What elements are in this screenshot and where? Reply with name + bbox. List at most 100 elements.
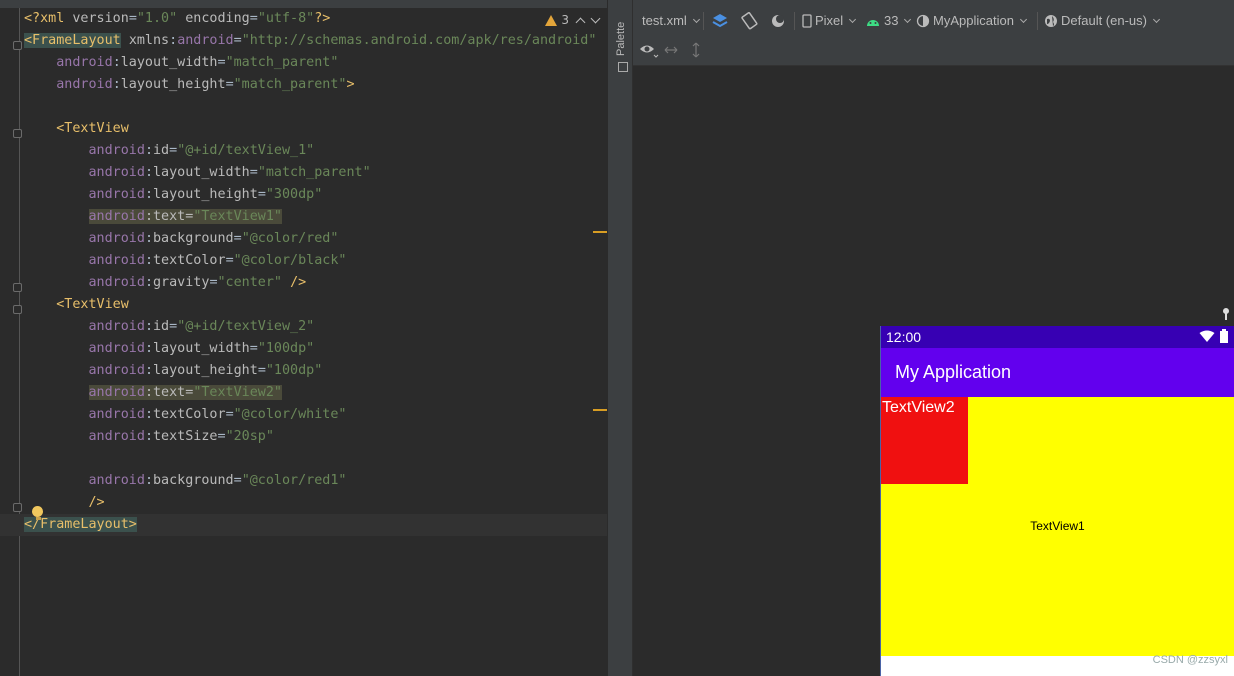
device-preview[interactable]: 12:00 My Application TextView1 TextView2…: [880, 326, 1234, 676]
inspection-widget[interactable]: 3: [545, 9, 601, 31]
code-line[interactable]: android:layout_height="300dp": [24, 184, 607, 206]
code-line[interactable]: android:layout_height="100dp": [24, 360, 607, 382]
layout-designer[interactable]: test.xml Pixel 33 MyApplication Default …: [633, 0, 1234, 676]
code-token: =: [225, 253, 234, 268]
api-level: 33: [884, 13, 899, 28]
code-token: layout_height: [153, 187, 258, 202]
code-token: android: [56, 55, 113, 70]
code-line[interactable]: <?xml version="1.0" encoding="utf-8"?>: [24, 8, 607, 30]
code-line[interactable]: android:layout_height="match_parent">: [24, 74, 607, 96]
code-line[interactable]: android:background="@color/red": [24, 228, 607, 250]
lightbulb-icon[interactable]: [32, 506, 44, 520]
code-token: "match_parent": [233, 77, 347, 92]
wrench-icon[interactable]: [1220, 307, 1232, 321]
horizontal-resize-icon[interactable]: [663, 44, 679, 56]
api-level-dropdown[interactable]: 33: [865, 11, 912, 31]
code-token: :: [144, 473, 153, 488]
code-line[interactable]: [24, 96, 607, 118]
code-line[interactable]: <TextView: [24, 294, 607, 316]
code-token: textSize: [153, 429, 218, 444]
code-token: android: [88, 275, 145, 290]
code-line[interactable]: android:id="@+id/textView_1": [24, 140, 607, 162]
fold-icon[interactable]: [13, 503, 22, 512]
code-token: "@+id/textView_1": [177, 143, 315, 158]
code-line[interactable]: <FrameLayout xmlns:android="http://schem…: [24, 30, 607, 52]
code-line[interactable]: android:layout_width="match_parent": [24, 52, 607, 74]
previous-highlight-icon[interactable]: [575, 17, 586, 27]
code-token: "@+id/textView_2": [177, 319, 315, 334]
app-bar: My Application: [881, 348, 1234, 397]
next-highlight-icon[interactable]: [590, 13, 601, 23]
locale-name: Default (en-us): [1061, 13, 1147, 28]
code-line[interactable]: android:textColor="@color/black": [24, 250, 607, 272]
theme-circle-icon: [916, 14, 930, 28]
code-token: :: [144, 231, 153, 246]
textview-2[interactable]: TextView2: [881, 397, 968, 484]
code-token: =: [233, 33, 242, 48]
palette-tab-label[interactable]: Palette: [615, 22, 627, 56]
file-dropdown[interactable]: test.xml: [642, 11, 700, 31]
code-token: android: [88, 143, 145, 158]
fold-icon[interactable]: [13, 129, 22, 138]
code-lines[interactable]: <?xml version="1.0" encoding="utf-8"?> <F…: [0, 8, 607, 536]
code-line[interactable]: <TextView: [24, 118, 607, 140]
code-token: =: [169, 143, 178, 158]
app-title: My Application: [895, 362, 1012, 382]
theme-dropdown[interactable]: MyApplication: [916, 11, 1027, 31]
code-line[interactable]: android:textSize="20sp": [24, 426, 607, 448]
warning-stripe-marker[interactable]: [593, 231, 607, 233]
code-line[interactable]: android:layout_width="100dp": [24, 338, 607, 360]
eye-icon[interactable]: [639, 42, 659, 58]
code-token: android: [88, 319, 145, 334]
code-token: textColor: [153, 407, 226, 422]
code-line[interactable]: [24, 448, 607, 470]
code-token: :: [144, 253, 153, 268]
fold-icon[interactable]: [13, 283, 22, 292]
code-token: textColor: [153, 253, 226, 268]
rotate-icon: [741, 12, 758, 30]
locale-dropdown[interactable]: Default (en-us): [1044, 11, 1161, 31]
palette-strip[interactable]: Palette: [613, 0, 633, 676]
textview-2-text: TextView2: [882, 399, 955, 416]
code-token: "@color/black": [233, 253, 347, 268]
code-token: "@color/white": [233, 407, 347, 422]
xml-editor[interactable]: <?xml version="1.0" encoding="utf-8"?> <F…: [0, 0, 607, 676]
battery-icon: [1220, 329, 1228, 343]
code-token: :: [112, 55, 121, 70]
device-dropdown[interactable]: Pixel: [802, 11, 857, 31]
warning-stripe-marker[interactable]: [593, 409, 607, 411]
code-line[interactable]: android:background="@color/red1": [24, 470, 607, 492]
code-line[interactable]: android:gravity="center" />: [24, 272, 607, 294]
code-line[interactable]: android:text="TextView1": [24, 206, 607, 228]
vertical-resize-icon[interactable]: [690, 41, 702, 59]
code-token: :: [144, 275, 153, 290]
chevron-down-icon: [692, 15, 700, 24]
orientation-button[interactable]: [740, 11, 758, 31]
code-token: :: [112, 77, 121, 92]
code-token: "100dp": [257, 341, 315, 356]
design-surface-button[interactable]: [711, 11, 729, 31]
night-mode-button[interactable]: [769, 11, 787, 31]
code-token: =: [249, 341, 258, 356]
fold-icon[interactable]: [13, 305, 22, 314]
device-name: Pixel: [815, 13, 844, 28]
code-token: android: [88, 385, 145, 400]
status-bar: 12:00: [881, 326, 1234, 348]
code-line[interactable]: android:text="TextView2": [24, 382, 607, 404]
code-token: text: [153, 385, 186, 400]
editor-gutter: [0, 8, 22, 676]
code-token: android: [88, 341, 145, 356]
code-line[interactable]: android:id="@+id/textView_2": [24, 316, 607, 338]
code-line[interactable]: />: [24, 492, 607, 514]
code-token: =: [233, 473, 242, 488]
code-line[interactable]: </FrameLayout>: [0, 514, 607, 536]
theme-name: MyApplication: [933, 13, 1014, 28]
code-line[interactable]: android:layout_width="match_parent": [24, 162, 607, 184]
code-line[interactable]: android:textColor="@color/white": [24, 404, 607, 426]
code-token: <FrameLayout: [24, 33, 121, 48]
code-token: :: [144, 385, 153, 400]
fold-icon[interactable]: [13, 41, 22, 50]
